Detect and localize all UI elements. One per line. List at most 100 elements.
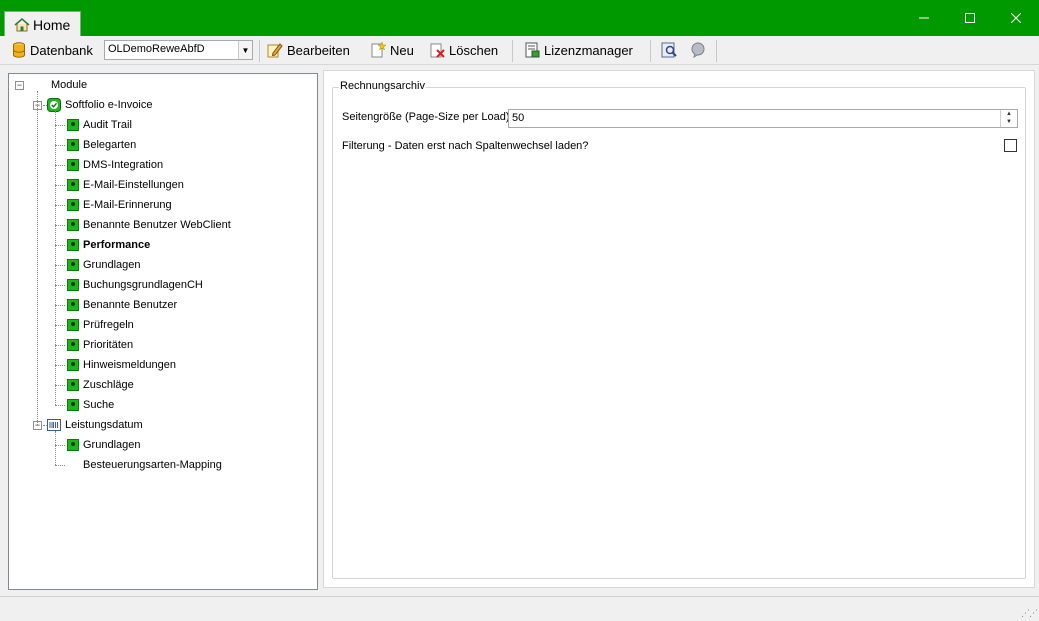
settings-node-icon xyxy=(67,199,79,211)
chat-icon xyxy=(691,42,705,58)
barcode-icon xyxy=(47,419,61,431)
close-button[interactable] xyxy=(993,0,1039,36)
module-tree[interactable]: − Module − Softfolio e-Invoice Audit Trail Be… xyxy=(8,73,318,590)
chevron-down-icon[interactable]: ▼ xyxy=(238,41,252,59)
spin-down-icon[interactable]: ▼ xyxy=(1001,118,1017,126)
tree-connector xyxy=(55,385,65,386)
filter-label: Filterung - Daten erst nach Spaltenwechs… xyxy=(342,140,589,152)
tree-leaf[interactable]: Grundlagen xyxy=(67,437,141,453)
tree-connector xyxy=(55,405,65,406)
tree-node-label: Belegarten xyxy=(83,139,137,151)
tree-leaf[interactable]: Hinweismeldungen xyxy=(67,357,176,373)
page-size-input[interactable]: 50 ▲ ▼ xyxy=(508,109,1018,128)
settings-node-icon xyxy=(67,439,79,451)
settings-node-icon xyxy=(67,299,79,311)
tree-connector xyxy=(55,265,65,266)
tree-leaf[interactable]: DMS-Integration xyxy=(67,157,163,173)
chat-button[interactable] xyxy=(690,40,706,60)
toolbar-separator xyxy=(259,40,260,62)
tree-node-label: DMS-Integration xyxy=(83,159,164,171)
tree-node-label: Suche xyxy=(83,399,115,411)
lizenzmanager-button[interactable]: Lizenzmanager xyxy=(524,40,633,60)
settings-node-icon xyxy=(67,239,79,251)
tree-node-label: Grundlagen xyxy=(83,439,141,451)
collapse-icon[interactable]: − xyxy=(15,81,24,90)
settings-node-icon xyxy=(67,279,79,291)
settings-panel: Rechnungsarchiv Seitengröße (Page-Size p… xyxy=(323,70,1035,588)
tools-search-icon xyxy=(661,42,677,58)
tree-node-label: E-Mail-Erinnerung xyxy=(83,199,172,211)
tree-leaf[interactable]: Benannte Benutzer WebClient xyxy=(67,217,231,233)
tree-connector xyxy=(55,465,65,466)
settings-node-icon xyxy=(67,159,79,171)
tab-home-label: Home xyxy=(33,16,71,33)
spin-up-icon[interactable]: ▲ xyxy=(1001,110,1017,118)
toolbar-separator xyxy=(650,40,651,62)
resize-grip-icon[interactable]: ⋰⋰ xyxy=(1021,608,1038,619)
toolbar-separator xyxy=(512,40,513,62)
title-bar: Home xyxy=(0,0,1039,37)
tree-node-group[interactable]: Leistungsdatum xyxy=(47,417,143,433)
tree-node-label: BuchungsgrundlagenCH xyxy=(83,279,203,291)
tree-leaf[interactable]: Grundlagen xyxy=(67,257,141,273)
settings-node-icon xyxy=(67,219,79,231)
tree-node-label: Softfolio e-Invoice xyxy=(65,99,153,111)
datenbank-select[interactable]: OLDemoReweAbfD ▼ xyxy=(104,40,253,60)
group-title: Rechnungsarchiv xyxy=(339,80,426,92)
tree-node-spacer xyxy=(67,459,79,471)
settings-node-icon xyxy=(67,319,79,331)
home-icon xyxy=(14,17,30,31)
tree-leaf[interactable]: Prüfregeln xyxy=(67,317,134,333)
tree-leaf[interactable]: Besteuerungsarten-Mapping xyxy=(67,457,222,473)
tree-connector xyxy=(55,145,65,146)
maximize-button[interactable] xyxy=(947,0,993,36)
toolbar: Datenbank OLDemoReweAbfD ▼ Bearbeiten Ne… xyxy=(0,36,1039,65)
tree-connector xyxy=(55,125,65,126)
settings-node-icon xyxy=(67,179,79,191)
tree-leaf[interactable]: Zuschläge xyxy=(67,377,134,393)
tree-leaf[interactable]: Benannte Benutzer xyxy=(67,297,177,313)
filter-checkbox[interactable] xyxy=(1004,139,1017,152)
tree-node-root[interactable]: Module xyxy=(47,77,87,93)
settings-search-button[interactable] xyxy=(661,40,677,60)
tree-leaf[interactable]: Audit Trail xyxy=(67,117,132,133)
settings-node-icon xyxy=(67,359,79,371)
tree-node-label: Hinweismeldungen xyxy=(83,359,176,371)
loeschen-label: Löschen xyxy=(449,42,499,58)
tree-leaf[interactable]: Performance xyxy=(67,237,150,253)
tree-leaf[interactable]: E-Mail-Erinnerung xyxy=(67,197,172,213)
datenbank-label: Datenbank xyxy=(30,42,93,58)
tree-node-label: Benannte Benutzer WebClient xyxy=(83,219,231,231)
tab-home[interactable]: Home xyxy=(4,11,81,37)
minimize-button[interactable] xyxy=(901,0,947,36)
tree-leaf[interactable]: Prioritäten xyxy=(67,337,133,353)
tree-node-label: Benannte Benutzer xyxy=(83,299,178,311)
loeschen-button[interactable]: Löschen xyxy=(429,40,498,60)
tree-connector xyxy=(55,185,65,186)
maximize-icon xyxy=(965,13,975,23)
tree-node-label: Besteuerungsarten-Mapping xyxy=(83,459,222,471)
tree-connector xyxy=(55,345,65,346)
minimize-icon xyxy=(919,17,929,19)
page-size-spinner[interactable]: ▲ ▼ xyxy=(1000,110,1017,127)
edit-icon xyxy=(267,43,283,58)
tree-node-group[interactable]: Softfolio e-Invoice xyxy=(47,97,152,113)
new-icon xyxy=(371,42,386,58)
settings-node-icon xyxy=(67,339,79,351)
tree-leaf[interactable]: Belegarten xyxy=(67,137,136,153)
datenbank-label-group: Datenbank xyxy=(12,40,93,60)
tree-connector xyxy=(55,305,65,306)
delete-icon xyxy=(430,43,445,58)
tree-connector xyxy=(55,205,65,206)
tree-leaf[interactable]: Suche xyxy=(67,397,114,413)
tree-connector xyxy=(55,165,65,166)
neu-button[interactable]: Neu xyxy=(370,40,414,60)
bearbeiten-button[interactable]: Bearbeiten xyxy=(267,40,350,60)
settings-node-icon xyxy=(67,139,79,151)
tree-leaf[interactable]: BuchungsgrundlagenCH xyxy=(67,277,203,293)
status-bar: ⋰⋰ xyxy=(0,596,1039,621)
tree-leaf[interactable]: E-Mail-Einstellungen xyxy=(67,177,184,193)
datenbank-value: OLDemoReweAbfD xyxy=(108,43,205,55)
tree-node-label: Performance xyxy=(83,239,151,251)
rechnungsarchiv-group: Rechnungsarchiv Seitengröße (Page-Size p… xyxy=(332,80,1026,579)
